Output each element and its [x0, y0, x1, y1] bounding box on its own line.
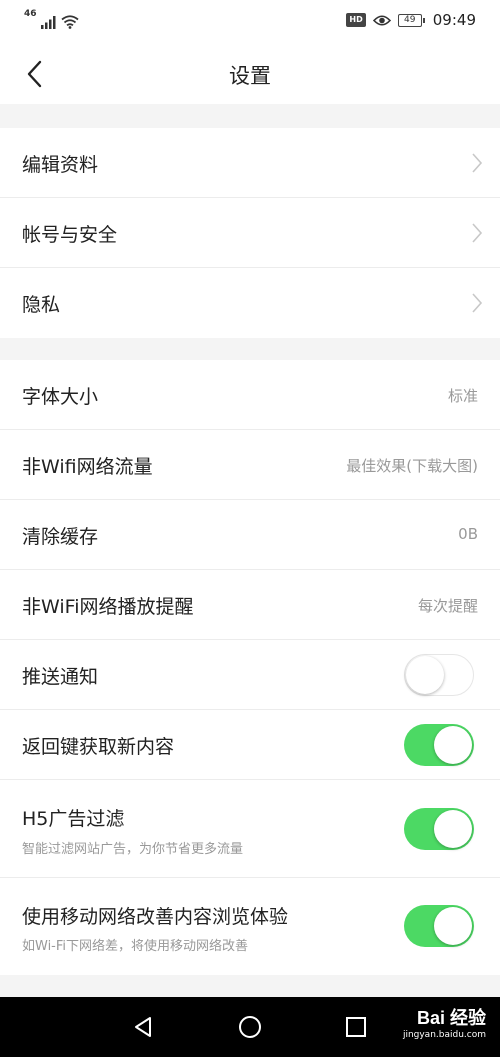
status-bar: 46 HD 49 09:49	[0, 0, 500, 42]
font-size-value: 标准	[447, 387, 478, 405]
privacy-label: 隐私	[22, 294, 61, 316]
back-refresh-toggle[interactable]	[404, 724, 474, 766]
non-wifi-traffic-value: 最佳效果(下载大图)	[346, 457, 478, 475]
battery-level: 49	[404, 14, 416, 25]
non-wifi-traffic-label: 非Wifi网络流量	[22, 456, 153, 478]
system-back-button[interactable]	[128, 1012, 158, 1042]
clear-cache-label: 清除缓存	[22, 526, 99, 548]
h5-ad-filter-description: 智能过滤网站广告，为你节省更多流量	[22, 842, 244, 857]
clock: 09:49	[432, 11, 476, 29]
status-right: HD 49 09:49	[346, 11, 476, 29]
cache-size-value: 0B	[458, 525, 478, 543]
non-wifi-traffic-item[interactable]: 非Wifi网络流量 最佳效果(下载大图)	[0, 430, 500, 500]
watermark-url: jingyan.baidu.com	[402, 1030, 486, 1040]
mobile-improve-toggle[interactable]	[404, 905, 474, 947]
back-refresh-label: 返回键获取新内容	[22, 736, 175, 758]
mobile-improve-label: 使用移动网络改善内容浏览体验	[22, 906, 289, 928]
toggle-knob	[434, 726, 472, 764]
font-size-item[interactable]: 字体大小 标准	[0, 360, 500, 430]
clear-cache-item[interactable]: 清除缓存 0B	[0, 500, 500, 570]
preferences-group: 字体大小 标准 非Wifi网络流量 最佳效果(下载大图) 清除缓存 0B 非Wi…	[0, 360, 500, 975]
hd-badge: HD	[346, 13, 366, 27]
non-wifi-play-item[interactable]: 非WiFi网络播放提醒 每次提醒	[0, 570, 500, 640]
square-recents-icon	[346, 1017, 366, 1037]
push-notification-label: 推送通知	[22, 666, 99, 688]
page-title: 设置	[229, 64, 271, 88]
h5-ad-filter-toggle[interactable]	[404, 808, 474, 850]
push-notification-toggle[interactable]	[404, 654, 474, 696]
toggle-knob	[434, 907, 472, 945]
chevron-right-icon	[472, 293, 483, 313]
nav-bar: 设置	[0, 42, 500, 104]
network-type: 46	[24, 9, 37, 19]
system-recents-button[interactable]	[341, 1012, 371, 1042]
chevron-right-icon	[472, 153, 483, 173]
system-home-button[interactable]	[235, 1012, 265, 1042]
toggle-knob	[434, 810, 472, 848]
font-size-label: 字体大小	[22, 386, 99, 408]
account-security-item[interactable]: 帐号与安全	[0, 198, 500, 268]
edit-profile-item[interactable]: 编辑资料	[0, 128, 500, 198]
baidu-jingyan-watermark: Bai 经验 jingyan.baidu.com	[403, 1007, 486, 1041]
signal-icon	[40, 16, 56, 29]
watermark-logo-text: Bai 经验	[416, 1008, 486, 1028]
wifi-icon	[60, 15, 79, 29]
h5-ad-filter-label: H5广告过滤	[22, 808, 125, 830]
h5-ad-filter-item: H5广告过滤 智能过滤网站广告，为你节省更多流量	[0, 780, 500, 878]
mobile-improve-item: 使用移动网络改善内容浏览体验 如Wi-Fi下网络差，将使用移动网络改善	[0, 878, 500, 975]
triangle-back-icon	[135, 1017, 151, 1037]
system-nav-bar: Bai 经验 jingyan.baidu.com	[0, 997, 500, 1057]
battery-icon: 49	[397, 13, 425, 27]
back-refresh-item: 返回键获取新内容	[0, 710, 500, 780]
account-group: 编辑资料 帐号与安全 隐私	[0, 128, 500, 338]
edit-profile-label: 编辑资料	[22, 154, 99, 176]
status-left: 46	[24, 10, 79, 29]
non-wifi-play-label: 非WiFi网络播放提醒	[22, 596, 194, 618]
eye-icon	[372, 14, 391, 26]
circle-home-icon	[239, 1016, 261, 1038]
chevron-right-icon	[472, 223, 483, 243]
toggle-knob	[406, 656, 444, 694]
privacy-item[interactable]: 隐私	[0, 268, 500, 338]
push-notification-item: 推送通知	[0, 640, 500, 710]
account-security-label: 帐号与安全	[22, 224, 118, 246]
mobile-improve-description: 如Wi-Fi下网络差，将使用移动网络改善	[22, 939, 249, 954]
non-wifi-play-value: 每次提醒	[417, 597, 478, 615]
